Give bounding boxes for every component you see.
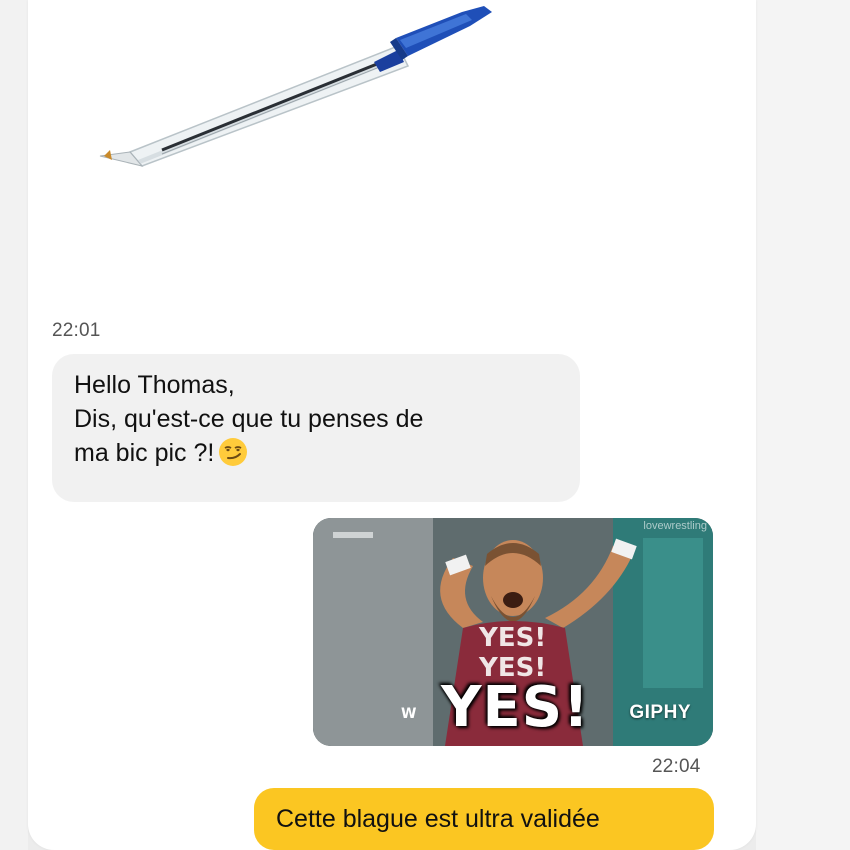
giphy-logo: GIPHY <box>629 702 691 723</box>
incoming-message-line: Dis, qu'est-ce que tu penses de <box>74 405 424 433</box>
svg-text:W: W <box>401 706 416 722</box>
incoming-message-line: Hello Thomas, <box>74 371 235 399</box>
chat-screen: 22:01 Hello Thomas, Dis, qu'est-ce que t… <box>0 0 850 850</box>
incoming-message-text: ma bic pic ?! <box>74 439 215 467</box>
svg-text:YES!: YES! <box>478 623 546 653</box>
incoming-message-bubble[interactable]: Hello Thomas, Dis, qu'est-ce que tu pens… <box>52 354 580 502</box>
outgoing-message-text: Cette blague est ultra validée <box>276 805 600 833</box>
message-timestamp: 22:01 <box>52 320 101 341</box>
bic-pen-icon <box>99 6 492 167</box>
gif-watermark: lovewrestling <box>643 520 707 532</box>
incoming-message-line-with-emoji: ma bic pic ?! <box>74 436 558 470</box>
smirking-face-emoji-icon <box>219 438 248 466</box>
left-gutter <box>0 0 28 850</box>
gif-caption: YES! <box>441 675 590 740</box>
bic-pen-image-message[interactable] <box>52 0 522 300</box>
right-gutter <box>756 0 850 850</box>
giphy-gif-message[interactable]: YES! YES! W lovewrestling YES! GIPHY <box>313 518 713 746</box>
outgoing-message-bubble[interactable]: Cette blague est ultra validée <box>254 788 714 850</box>
message-timestamp: 22:04 <box>652 756 701 777</box>
